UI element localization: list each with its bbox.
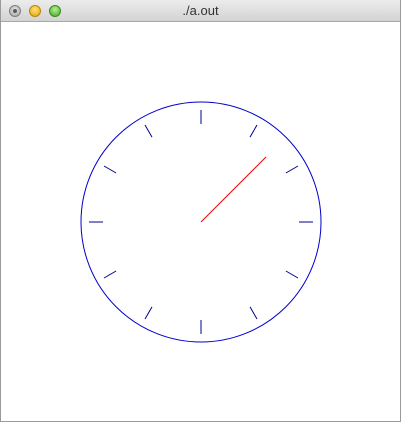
hour-tick-2	[285, 165, 299, 174]
hour-tick-11	[144, 124, 153, 138]
hour-tick-5	[249, 306, 258, 320]
hour-tick-8	[103, 270, 117, 279]
hour-tick-7	[144, 306, 153, 320]
title-bar[interactable]: ./a.out	[1, 0, 400, 22]
hour-tick-1	[249, 124, 258, 138]
hour-tick-10	[103, 165, 117, 174]
hour-tick-4	[285, 270, 299, 279]
clock	[80, 101, 322, 343]
window-title: ./a.out	[182, 3, 219, 18]
drawing-canvas	[80, 101, 322, 343]
app-window: ./a.out	[0, 0, 401, 422]
clock-hand	[200, 156, 267, 223]
